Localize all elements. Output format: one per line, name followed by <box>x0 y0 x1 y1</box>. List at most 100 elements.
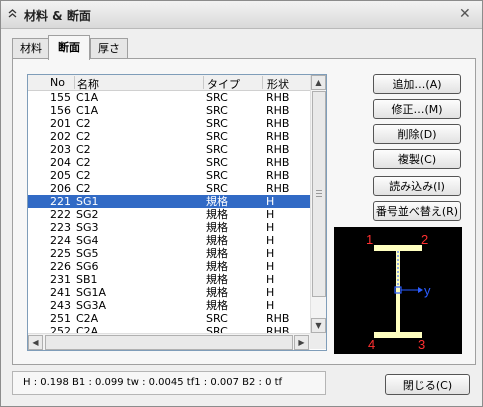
item-type: 規格 <box>206 260 228 273</box>
item-shape: H <box>266 247 275 260</box>
list-item[interactable]: 155 C1A SRC RHB <box>28 91 310 104</box>
item-shape: H <box>266 286 275 299</box>
item-name: C2 <box>76 143 91 156</box>
item-shape: RHB <box>266 182 290 195</box>
item-type: SRC <box>206 143 228 156</box>
item-type: SRC <box>206 104 228 117</box>
list-item[interactable]: 251 C2A SRC RHB <box>28 312 310 325</box>
item-shape: RHB <box>266 169 290 182</box>
scroll-up-icon[interactable]: ▲ <box>311 75 326 90</box>
scroll-left-icon[interactable]: ◀ <box>28 335 43 350</box>
section-preview: y 1 2 3 4 <box>334 227 462 354</box>
list-item[interactable]: 241 SG1A 規格 H <box>28 286 310 299</box>
item-shape: RHB <box>266 312 290 325</box>
item-name: C2 <box>76 182 91 195</box>
scroll-down-icon[interactable]: ▼ <box>311 318 326 333</box>
item-no: 226 <box>50 260 71 273</box>
y-axis-arrow <box>418 287 423 293</box>
tab-thickness[interactable]: 厚さ <box>90 38 128 59</box>
item-type: 規格 <box>206 286 228 299</box>
item-shape: RHB <box>266 117 290 130</box>
import-button[interactable]: 読み込み(I) <box>373 176 461 196</box>
column-header-shape[interactable]: 形状 <box>263 76 307 91</box>
item-type: SRC <box>206 117 228 130</box>
column-header-no[interactable]: No <box>46 76 75 89</box>
item-type: SRC <box>206 312 228 325</box>
section-list[interactable]: No 名称 タイプ 形状 155 C1A SRC RHB 156 C1A SRC RHB 201… <box>27 74 327 351</box>
item-no: 156 <box>50 104 71 117</box>
item-shape: H <box>266 221 275 234</box>
vertical-scrollbar[interactable]: ▲ ▼ <box>310 75 326 333</box>
item-no: 223 <box>50 221 71 234</box>
item-name: C2 <box>76 156 91 169</box>
item-no: 203 <box>50 143 71 156</box>
delete-button[interactable]: 削除(D) <box>373 124 461 144</box>
dialog-window: 材料 & 断面 ✕ 材料 断面 厚さ No 名称 タイプ 形状 155 C1A SR… <box>0 0 483 407</box>
tab-section[interactable]: 断面 <box>48 35 90 60</box>
list-item[interactable]: 224 SG4 規格 H <box>28 234 310 247</box>
status-panel: H : 0.198 B1 : 0.099 tw : 0.0045 tf1 : 0… <box>12 371 326 395</box>
item-name: C1A <box>76 104 99 117</box>
copy-button[interactable]: 複製(C) <box>373 149 461 169</box>
corner-label-1: 1 <box>366 232 373 247</box>
item-type: 規格 <box>206 273 228 286</box>
list-item[interactable]: 205 C2 SRC RHB <box>28 169 310 182</box>
item-name: C2 <box>76 130 91 143</box>
vertical-scroll-thumb[interactable] <box>312 91 326 297</box>
item-no: 231 <box>50 273 71 286</box>
item-type: 規格 <box>206 221 228 234</box>
list-item[interactable]: 202 C2 SRC RHB <box>28 130 310 143</box>
item-name: SG3A <box>76 299 107 312</box>
item-shape: H <box>266 273 275 286</box>
list-item[interactable]: 231 SB1 規格 H <box>28 273 310 286</box>
item-name: C1A <box>76 91 99 104</box>
horizontal-scrollbar[interactable]: ◀ ▶ <box>28 333 310 350</box>
item-name: C2A <box>76 312 99 325</box>
list-item[interactable]: 226 SG6 規格 H <box>28 260 310 273</box>
list-header: No 名称 タイプ 形状 <box>28 75 310 91</box>
corner-label-2: 2 <box>421 232 428 247</box>
modify-button[interactable]: 修正…(M) <box>373 99 461 119</box>
list-item[interactable]: 203 C2 SRC RHB <box>28 143 310 156</box>
item-type: SRC <box>206 182 228 195</box>
list-item[interactable]: 221 SG1 規格 H <box>28 195 310 208</box>
horizontal-scroll-thumb[interactable] <box>45 335 293 350</box>
scroll-right-icon[interactable]: ▶ <box>294 335 309 350</box>
collapse-chevron-icon[interactable] <box>8 9 17 18</box>
tab-material[interactable]: 材料 <box>12 38 50 59</box>
item-name: SB1 <box>76 273 98 286</box>
item-name: C2 <box>76 169 91 182</box>
add-button[interactable]: 追加…(A) <box>373 74 461 94</box>
item-type: 規格 <box>206 234 228 247</box>
item-name: C2 <box>76 117 91 130</box>
item-name: SG1A <box>76 286 107 299</box>
item-no: 206 <box>50 182 71 195</box>
list-item[interactable]: 243 SG3A 規格 H <box>28 299 310 312</box>
renumber-button[interactable]: 番号並べ替え(R) <box>373 201 461 221</box>
dialog-title: 材料 & 断面 <box>24 9 91 23</box>
list-item[interactable]: 222 SG2 規格 H <box>28 208 310 221</box>
item-shape: RHB <box>266 104 290 117</box>
item-no: 202 <box>50 130 71 143</box>
list-item[interactable]: 206 C2 SRC RHB <box>28 182 310 195</box>
close-button[interactable]: 閉じる(C) <box>385 374 470 395</box>
item-type: 規格 <box>206 299 228 312</box>
item-no: 225 <box>50 247 71 260</box>
close-icon[interactable]: ✕ <box>459 7 471 21</box>
list-item[interactable]: 223 SG3 規格 H <box>28 221 310 234</box>
item-no: 222 <box>50 208 71 221</box>
column-header-name[interactable]: 名称 <box>73 76 204 91</box>
h-section-diagram: y 1 2 3 4 <box>366 232 431 352</box>
column-header-type[interactable]: タイプ <box>203 76 263 91</box>
item-type: SRC <box>206 91 228 104</box>
title-bar[interactable]: 材料 & 断面 ✕ <box>1 1 482 29</box>
item-shape: RHB <box>266 91 290 104</box>
list-item[interactable]: 204 C2 SRC RHB <box>28 156 310 169</box>
list-item[interactable]: 156 C1A SRC RHB <box>28 104 310 117</box>
item-no: 205 <box>50 169 71 182</box>
list-item[interactable]: 201 C2 SRC RHB <box>28 117 310 130</box>
item-no: 204 <box>50 156 71 169</box>
list-item[interactable]: 225 SG5 規格 H <box>28 247 310 260</box>
item-no: 155 <box>50 91 71 104</box>
item-no: 251 <box>50 312 71 325</box>
